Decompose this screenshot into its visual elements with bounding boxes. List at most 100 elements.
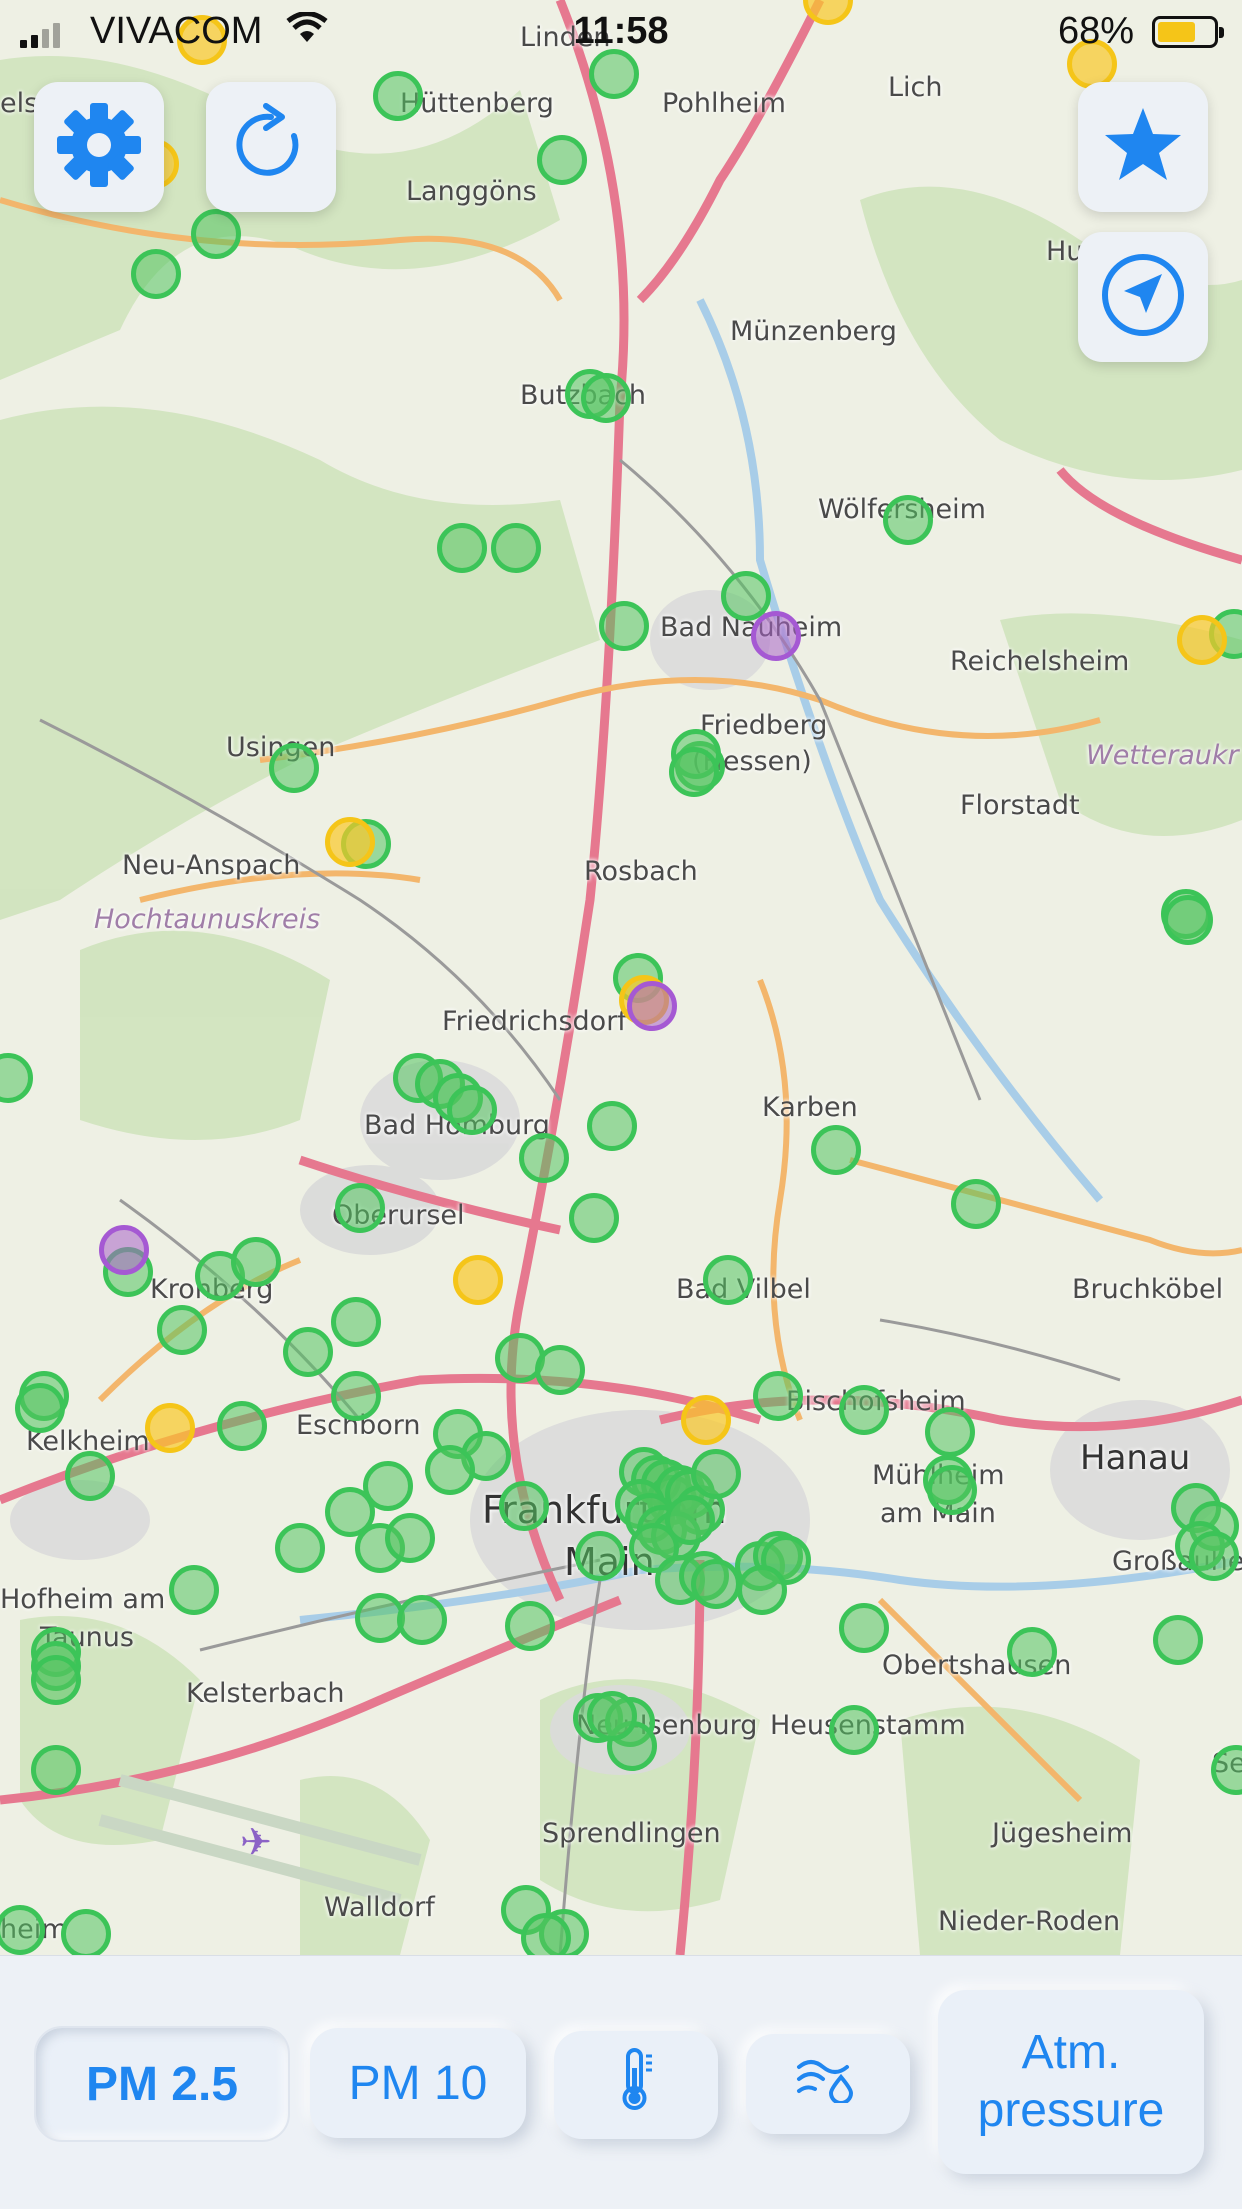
- sensor-marker-green[interactable]: [1007, 1627, 1057, 1677]
- sensor-marker-green[interactable]: [1189, 1531, 1239, 1581]
- sensor-marker-green[interactable]: [521, 1913, 571, 1955]
- map-view[interactable]: Linden Hüttenberg Pohlheim Lich Langgöns Hu Mü…: [0, 0, 1242, 1955]
- sensor-marker-green[interactable]: [191, 209, 241, 259]
- place-label: Sprendlingen: [542, 1818, 721, 1849]
- sensor-marker-green[interactable]: [691, 1449, 741, 1499]
- sensor-marker-green[interactable]: [283, 1327, 333, 1377]
- sensor-marker-green[interactable]: [587, 1691, 637, 1741]
- sensor-marker-green[interactable]: [217, 1401, 267, 1451]
- tab-pm25-label: PM 2.5: [85, 2057, 239, 2111]
- refresh-icon: [228, 102, 314, 193]
- place-label: Hüttenberg: [400, 88, 554, 119]
- sensor-marker-green[interactable]: [883, 495, 933, 545]
- locate-button[interactable]: [1078, 232, 1208, 362]
- sensor-marker-green[interactable]: [537, 135, 587, 185]
- sensor-marker-green[interactable]: [269, 743, 319, 793]
- sensor-marker-green[interactable]: [15, 1383, 65, 1433]
- settings-button[interactable]: [34, 82, 164, 212]
- sensor-marker-green[interactable]: [1153, 1615, 1203, 1665]
- star-icon: [1100, 102, 1186, 193]
- sensor-marker-green[interactable]: [31, 1655, 81, 1705]
- place-label: Bruchköbel: [1072, 1274, 1224, 1305]
- sensor-marker-green[interactable]: [331, 1297, 381, 1347]
- sensor-marker-green[interactable]: [491, 523, 541, 573]
- place-label: Walldorf: [324, 1892, 435, 1923]
- sensor-marker-green[interactable]: [665, 1495, 715, 1545]
- sensor-marker-yellow[interactable]: [681, 1395, 731, 1445]
- sensor-marker-green[interactable]: [927, 1465, 977, 1515]
- sensor-marker-green[interactable]: [65, 1451, 115, 1501]
- place-label: Karben: [762, 1092, 858, 1123]
- sensor-marker-green[interactable]: [331, 1371, 381, 1421]
- sensor-marker-green[interactable]: [1163, 895, 1213, 945]
- sensor-marker-green[interactable]: [519, 1133, 569, 1183]
- sensor-marker-green[interactable]: [61, 1909, 111, 1955]
- tab-temperature[interactable]: [554, 2031, 718, 2139]
- place-label: Hanau: [1080, 1438, 1191, 1478]
- sensor-marker-purple[interactable]: [99, 1225, 149, 1275]
- airport-icon: ✈: [240, 1822, 272, 1864]
- sensor-marker-green[interactable]: [231, 1237, 281, 1287]
- place-label: Friedrichsdorf: [442, 1006, 627, 1037]
- sensor-marker-yellow[interactable]: [1177, 615, 1227, 665]
- sensor-marker-green[interactable]: [373, 71, 423, 121]
- sensor-marker-green[interactable]: [499, 1481, 549, 1531]
- place-label: Langgöns: [406, 176, 537, 207]
- sensor-marker-green[interactable]: [569, 1193, 619, 1243]
- place-label: Friedberg: [700, 710, 828, 741]
- tab-atm-pressure[interactable]: Atm. pressure: [938, 1990, 1204, 2174]
- measurement-tab-bar: PM 2.5 PM 10 Atm. pressure: [0, 1955, 1242, 2209]
- sensor-marker-green[interactable]: [535, 1345, 585, 1395]
- sensor-marker-purple[interactable]: [627, 981, 677, 1031]
- sensor-marker-green[interactable]: [811, 1125, 861, 1175]
- sensor-marker-green[interactable]: [447, 1085, 497, 1135]
- sensor-marker-green[interactable]: [829, 1705, 879, 1755]
- sensor-marker-green[interactable]: [599, 601, 649, 651]
- place-label: Lich: [888, 72, 943, 103]
- sensor-marker-green[interactable]: [691, 1559, 741, 1609]
- sensor-marker-yellow[interactable]: [453, 1255, 503, 1305]
- sensor-marker-yellow[interactable]: [325, 817, 375, 867]
- place-label: Hofheim am: [0, 1584, 166, 1615]
- tab-humidity[interactable]: [746, 2034, 910, 2134]
- place-label: Florstadt: [960, 790, 1080, 821]
- place-label: els: [0, 88, 39, 119]
- sensor-marker-green[interactable]: [753, 1371, 803, 1421]
- sensor-marker-green[interactable]: [131, 249, 181, 299]
- battery-level: [1158, 22, 1195, 42]
- sensor-marker-green[interactable]: [581, 373, 631, 423]
- sensor-marker-green[interactable]: [437, 523, 487, 573]
- sensor-marker-green[interactable]: [951, 1179, 1001, 1229]
- place-label: Kelsterbach: [186, 1678, 345, 1709]
- tab-pm10[interactable]: PM 10: [310, 2028, 526, 2138]
- sensor-marker-green[interactable]: [575, 1531, 625, 1581]
- place-label: Neu-Anspach: [122, 850, 301, 881]
- sensor-marker-green[interactable]: [325, 1487, 375, 1537]
- favorites-button[interactable]: [1078, 82, 1208, 212]
- place-label: Nieder-Roden: [938, 1906, 1121, 1937]
- clock: 11:58: [573, 10, 669, 52]
- sensor-marker-green[interactable]: [397, 1595, 447, 1645]
- sensor-marker-purple[interactable]: [751, 611, 801, 661]
- sensor-marker-green[interactable]: [703, 1255, 753, 1305]
- refresh-button[interactable]: [206, 82, 336, 212]
- sensor-marker-green[interactable]: [335, 1183, 385, 1233]
- battery-icon: [1152, 16, 1224, 48]
- sensor-marker-green[interactable]: [505, 1601, 555, 1651]
- place-label: Münzenberg: [730, 316, 897, 347]
- sensor-marker-green[interactable]: [925, 1407, 975, 1457]
- sensor-marker-green[interactable]: [669, 747, 719, 797]
- sensor-marker-green[interactable]: [157, 1305, 207, 1355]
- sensor-marker-green[interactable]: [169, 1565, 219, 1615]
- tab-pm25[interactable]: PM 2.5: [34, 2026, 290, 2142]
- sensor-marker-green[interactable]: [385, 1513, 435, 1563]
- sensor-marker-yellow[interactable]: [145, 1403, 195, 1453]
- sensor-marker-green[interactable]: [31, 1745, 81, 1795]
- sensor-marker-green[interactable]: [587, 1101, 637, 1151]
- location-arrow-icon: [1098, 250, 1188, 345]
- sensor-marker-green[interactable]: [737, 1565, 787, 1615]
- sensor-marker-green[interactable]: [839, 1603, 889, 1653]
- sensor-marker-green[interactable]: [425, 1445, 475, 1495]
- sensor-marker-green[interactable]: [839, 1385, 889, 1435]
- sensor-marker-green[interactable]: [275, 1523, 325, 1573]
